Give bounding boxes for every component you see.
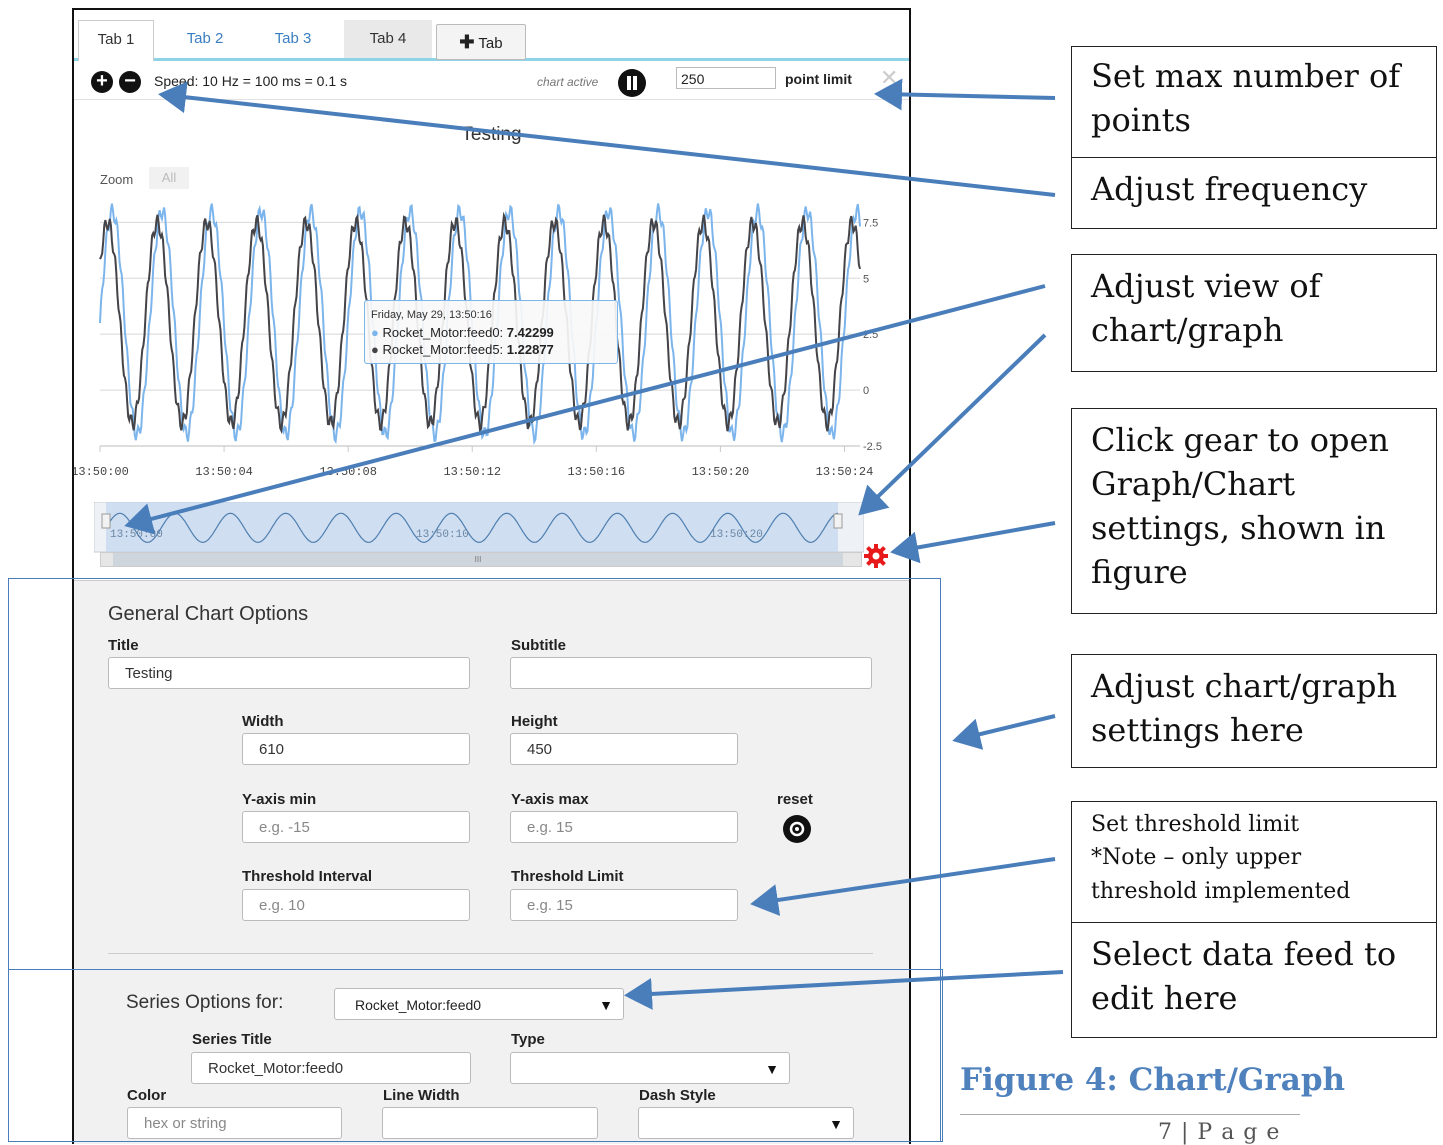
arrow-feed	[624, 970, 1064, 1010]
arrow-max-points	[874, 78, 1056, 111]
arrow-view-right	[858, 333, 1047, 516]
page-number: 7 | P a g e	[1158, 1120, 1281, 1145]
figure-caption: Figure 4: Chart/Graph	[960, 1062, 1346, 1098]
annotation-arrows	[124, 78, 1064, 1010]
arrow-gear	[890, 521, 1056, 564]
arrow-settings	[952, 714, 1056, 750]
arrow-frequency	[158, 81, 1056, 197]
footer-rule	[960, 1114, 1300, 1115]
arrow-view-left	[124, 284, 1046, 535]
arrow-threshold	[750, 857, 1056, 916]
